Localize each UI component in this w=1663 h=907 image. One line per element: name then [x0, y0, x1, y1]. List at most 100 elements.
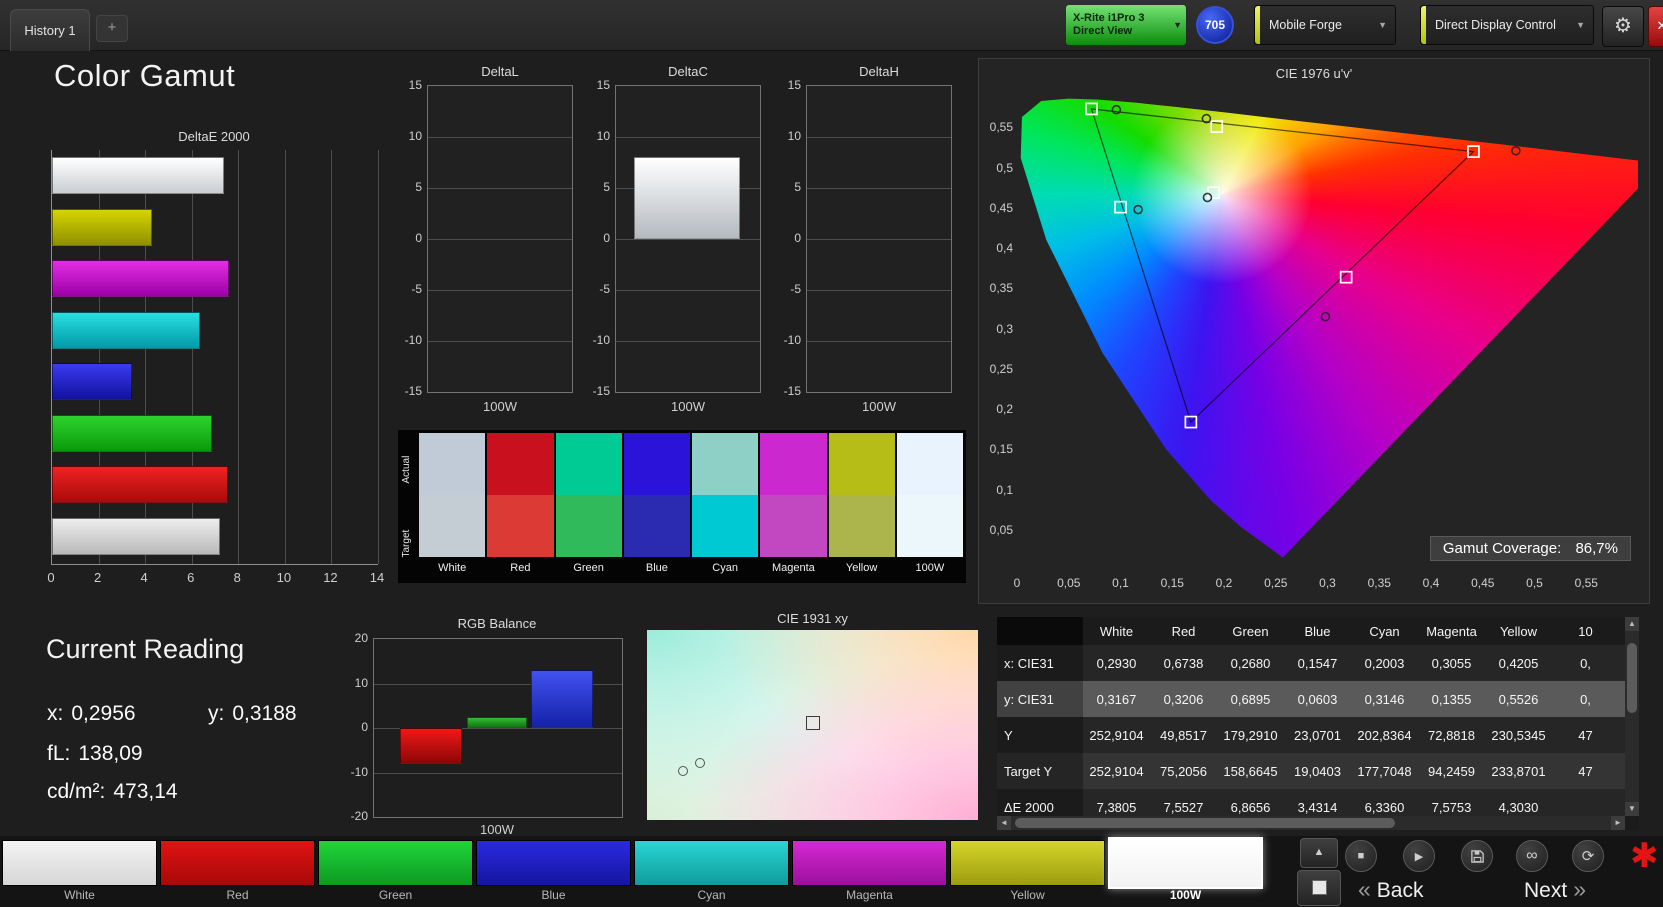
vertical-scrollbar[interactable]: ▲ ▼: [1625, 617, 1639, 816]
measured-dot-marker: [1133, 204, 1143, 215]
reading-x: x: 0,2956: [47, 702, 136, 726]
display-mode-button[interactable]: [1297, 870, 1341, 906]
table-cell: 0,0603: [1297, 691, 1338, 707]
gridline: [616, 137, 760, 138]
table-cell: 0,2930: [1096, 655, 1137, 671]
mini-chart-xlabel: 100W: [671, 399, 705, 414]
table-header-cell: Yellow: [1499, 623, 1538, 639]
pattern-swatch-100w[interactable]: 100W: [1108, 836, 1263, 907]
ytick-label: -15: [404, 384, 422, 398]
cie-xtick: 0,3: [1319, 576, 1336, 590]
cie1976-title: CIE 1976 u'v': [1275, 66, 1353, 81]
settings-button[interactable]: ⚙: [1602, 6, 1644, 47]
cie-xtick: 0,15: [1160, 576, 1184, 590]
table-cell: 4,3030: [1498, 799, 1539, 815]
swatch-column-label: Green: [555, 557, 622, 580]
hscroll-thumb[interactable]: [1015, 818, 1395, 828]
gridline: [807, 188, 951, 189]
horizontal-scrollbar[interactable]: ◄ ►: [997, 816, 1625, 830]
swatch-color: [634, 840, 789, 886]
deltae-xtick: 2: [93, 570, 102, 585]
x-value: 0,2956: [71, 702, 136, 725]
table-row[interactable]: ΔE 2000 7,3805 7,5527 6,8656 3,4314 6,3360 7,5…: [997, 789, 1625, 816]
table-cell: 3,4314: [1297, 799, 1338, 815]
mini-chart-title: DeltaL: [481, 64, 519, 79]
pattern-swatch-magenta[interactable]: Magenta: [792, 836, 947, 907]
table-cell: 94,2459: [1428, 763, 1475, 779]
scroll-left-icon[interactable]: ◄: [997, 816, 1011, 830]
meter-line1: X-Rite i1Pro 3: [1073, 12, 1145, 24]
source-label: Mobile Forge: [1269, 18, 1342, 32]
table-header-cell: White: [1099, 623, 1134, 639]
swatch-column-label: Red: [487, 557, 554, 580]
cie31-dot-marker: [694, 758, 705, 768]
table-row[interactable]: y: CIE31 0,3167 0,3206 0,6895 0,0603 0,3146 0,…: [997, 681, 1625, 717]
chevron-down-icon: ▼: [1576, 20, 1585, 30]
ytick-label: -10: [783, 333, 801, 347]
pattern-swatch-green[interactable]: Green: [318, 836, 473, 907]
display-control-dropdown[interactable]: Direct Display Control ▼: [1420, 5, 1594, 45]
deltae-gridline: [331, 150, 333, 564]
deltae-gridline: [378, 150, 379, 564]
cie31-dot-marker: [678, 765, 689, 776]
loop-button[interactable]: ∞: [1516, 840, 1548, 872]
gridline: [616, 341, 760, 342]
scroll-up-icon[interactable]: ▲: [1625, 617, 1639, 631]
table-row[interactable]: Target Y 252,9104 75,2056 158,6645 19,0403 17…: [997, 753, 1625, 789]
swatch-color: [792, 840, 947, 886]
scroll-down-icon[interactable]: ▼: [1625, 802, 1639, 816]
back-button[interactable]: «Back: [1352, 876, 1423, 903]
reading-y: y: 0,3188: [208, 702, 297, 726]
close-button[interactable]: ✕: [1648, 6, 1663, 47]
gridline: [616, 290, 760, 291]
save-button[interactable]: [1461, 840, 1493, 872]
ytick-label: -15: [592, 384, 610, 398]
expand-panel-button[interactable]: ▲: [1300, 838, 1338, 868]
play-button[interactable]: ▶: [1403, 840, 1435, 872]
gridline: [807, 137, 951, 138]
cie-xtick: 0,35: [1367, 576, 1391, 590]
cie-xtick: 0,1: [1112, 576, 1129, 590]
actual-swatch: [555, 433, 622, 495]
cie-markers-overlay: [1085, 102, 1521, 429]
x-label: x:: [47, 702, 64, 725]
mini-chart-plot: 15 10 5 0 -5 -10 -15: [784, 78, 952, 398]
pattern-swatch-white[interactable]: White: [2, 836, 157, 907]
cie-ytick: 0,2: [996, 402, 1013, 416]
app-window: History 1 + X-Rite i1Pro 3 Direct View ▼…: [0, 0, 1663, 907]
pattern-swatch-cyan[interactable]: Cyan: [634, 836, 789, 907]
deltae-bar-red: [52, 466, 228, 503]
meter-count-badge[interactable]: 705: [1196, 6, 1234, 44]
cie-xtick: 0: [1013, 576, 1021, 590]
deltae-chart-title: DeltaE 2000: [178, 129, 250, 144]
new-tab-button[interactable]: +: [96, 15, 128, 42]
cie-xtick: 0,25: [1264, 576, 1288, 590]
refresh-button[interactable]: ⟳: [1572, 840, 1604, 872]
actual-swatch: [828, 433, 895, 495]
ytick-label: -10: [404, 333, 422, 347]
rgb-bar-green: [467, 716, 527, 728]
target-swatch: [896, 495, 963, 557]
pattern-swatch-red[interactable]: Red: [160, 836, 315, 907]
target-swatch: [555, 495, 622, 557]
mini-chart-title: DeltaH: [859, 64, 899, 79]
scroll-right-icon[interactable]: ►: [1611, 816, 1625, 830]
ytick-label: 5: [794, 180, 801, 194]
table-row[interactable]: Y 252,9104 49,8517 179,2910 23,0701 202,8364 7…: [997, 717, 1625, 753]
tab-history-1[interactable]: History 1: [10, 9, 90, 51]
meter-dropdown[interactable]: X-Rite i1Pro 3 Direct View ▼: [1066, 5, 1186, 45]
mini-chart-deltah: DeltaH 15 10 5 0 -5 -10 -15 100W: [784, 64, 952, 414]
stop-button[interactable]: ■: [1345, 840, 1377, 872]
pattern-swatch-yellow[interactable]: Yellow: [950, 836, 1105, 907]
next-label: Next: [1524, 879, 1568, 902]
ytick-label: 5: [603, 180, 610, 194]
table-row[interactable]: x: CIE31 0,2930 0,6738 0,2680 0,1547 0,2003 0,…: [997, 645, 1625, 681]
source-dropdown[interactable]: Mobile Forge ▼: [1254, 5, 1396, 45]
current-reading-title: Current Reading: [46, 634, 245, 664]
pattern-swatch-blue[interactable]: Blue: [476, 836, 631, 907]
table-row-label: Target Y: [997, 753, 1083, 789]
next-button[interactable]: Next»: [1524, 876, 1592, 903]
table-cell: 75,2056: [1160, 763, 1207, 779]
vscroll-thumb[interactable]: [1627, 643, 1637, 713]
gridline: [616, 239, 760, 240]
